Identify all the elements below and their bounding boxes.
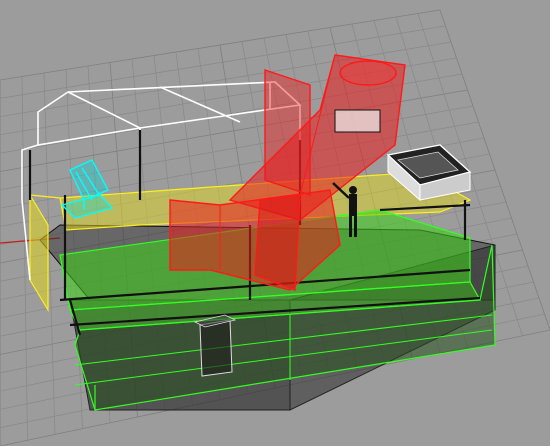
sink-block[interactable] bbox=[334, 109, 381, 133]
model-scene[interactable] bbox=[0, 0, 550, 446]
cyan-cage-object[interactable] bbox=[60, 159, 114, 219]
perspective-viewport[interactable] bbox=[0, 0, 550, 446]
